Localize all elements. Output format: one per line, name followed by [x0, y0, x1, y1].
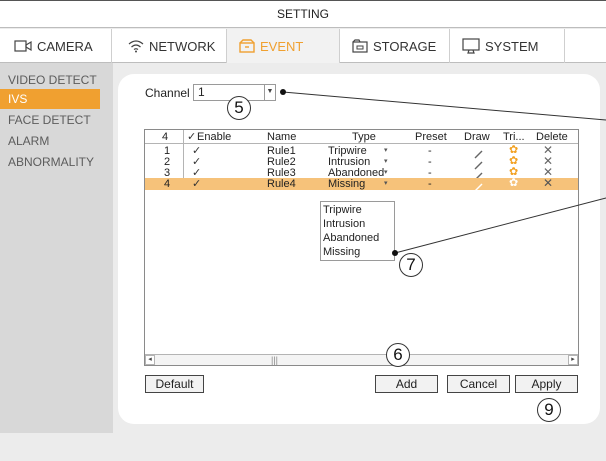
callout-5: 5 — [227, 96, 251, 120]
callout-6: 6 — [386, 343, 410, 367]
settings-window: SETTING CAMERA NETWORK EVENT STORAGE SYS… — [0, 0, 606, 461]
callout-lines — [280, 89, 606, 256]
callout-7: 7 — [399, 253, 423, 277]
callout-9: 9 — [537, 398, 561, 422]
